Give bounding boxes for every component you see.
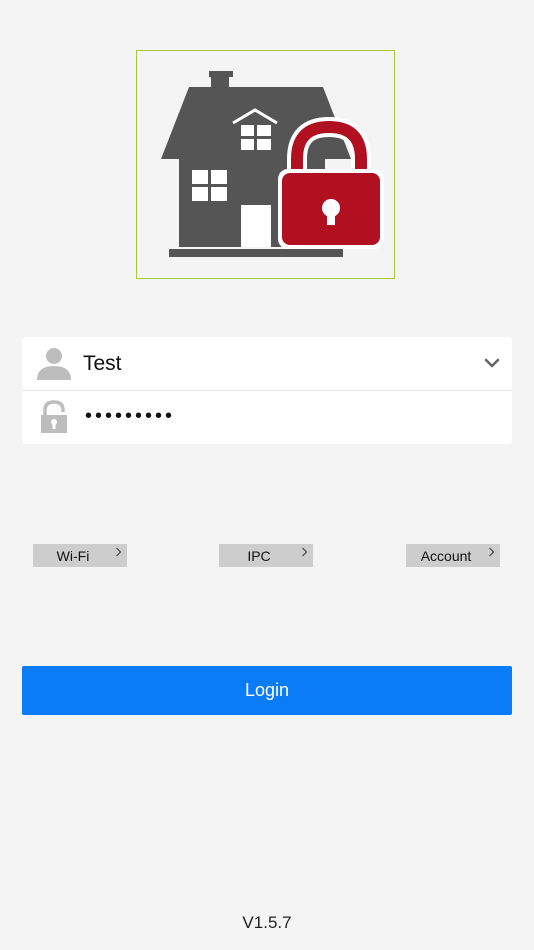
- username-field[interactable]: Test: [22, 337, 512, 390]
- ipc-button-label: IPC: [247, 548, 271, 564]
- wifi-button-label: Wi-Fi: [56, 548, 90, 564]
- house-lock-icon: [161, 71, 384, 257]
- login-button-label: Login: [244, 680, 290, 700]
- chevron-right-icon: [489, 547, 495, 557]
- account-button-label: Account: [420, 548, 472, 564]
- app-logo: [136, 50, 395, 279]
- login-button[interactable]: Login: [22, 666, 512, 715]
- chevron-right-icon: [116, 547, 122, 557]
- login-form: Test •••••••••: [22, 337, 512, 444]
- wifi-button[interactable]: Wi-Fi: [33, 544, 127, 567]
- password-field[interactable]: •••••••••: [22, 391, 512, 444]
- lock-icon: [41, 400, 67, 433]
- account-button[interactable]: Account: [406, 544, 500, 567]
- chevron-right-icon: [302, 547, 308, 557]
- chevron-down-icon[interactable]: [484, 356, 500, 370]
- ipc-button[interactable]: IPC: [219, 544, 313, 567]
- password-value: •••••••••: [85, 405, 176, 427]
- version-label: V1.5.7: [242, 913, 292, 932]
- user-icon: [37, 348, 71, 380]
- username-value: Test: [83, 352, 122, 375]
